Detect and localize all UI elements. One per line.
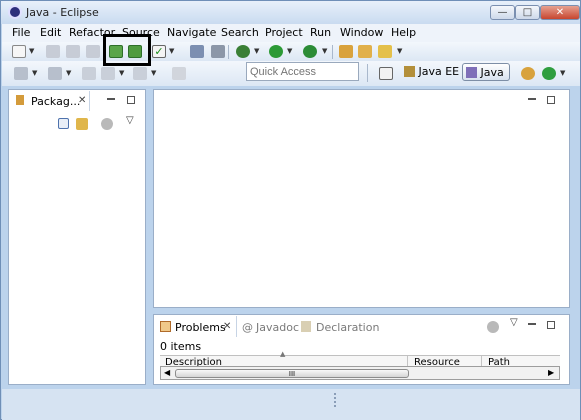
chevron-down-icon[interactable]: ▼ xyxy=(29,47,34,55)
tab-label: Declaration xyxy=(316,321,380,334)
scroll-grip: III xyxy=(288,370,296,378)
pin-editor-icon[interactable] xyxy=(172,67,186,80)
package-explorer-view: Packag... ✕ ▽ xyxy=(8,89,146,385)
save-all-icon[interactable] xyxy=(66,45,80,58)
menu-edit[interactable]: Edit xyxy=(40,26,61,39)
declaration-icon xyxy=(301,321,311,332)
main-toolbar: ▼ ✓ ▼ ▼ ▼ ▼ ▼ xyxy=(2,42,580,61)
sync-icon[interactable] xyxy=(542,67,556,80)
chevron-down-icon[interactable]: ▼ xyxy=(32,69,37,77)
open-type-icon[interactable] xyxy=(339,45,353,58)
problems-icon xyxy=(160,321,171,332)
maximize-editor-icon[interactable] xyxy=(547,96,555,104)
menu-bar: File Edit Refactor Source Navigate Searc… xyxy=(2,24,580,42)
view-menu-chevron-icon[interactable]: ▽ xyxy=(126,115,134,126)
maximize-view-icon[interactable] xyxy=(127,96,135,104)
close-icon[interactable]: ✕ xyxy=(78,95,86,106)
forward-icon[interactable] xyxy=(133,67,147,80)
tab-label: Packag... xyxy=(31,95,81,108)
tab-label: Problems xyxy=(175,321,226,334)
print-icon[interactable] xyxy=(86,45,100,58)
minimize-view-icon[interactable] xyxy=(528,323,536,325)
eclipse-logo-icon xyxy=(8,5,22,19)
back-icon[interactable] xyxy=(101,67,115,80)
selection-highlight xyxy=(103,34,151,66)
eclipse-window: Java - Eclipse — □ ✕ File Edit Refactor … xyxy=(0,0,581,420)
view-menu-chevron-icon[interactable]: ▽ xyxy=(510,317,518,328)
scroll-right-icon[interactable]: ▶ xyxy=(548,368,554,377)
external-tools-icon[interactable] xyxy=(303,45,317,58)
perspective-label: Java EE xyxy=(418,65,460,78)
skip-breakpoints-icon[interactable] xyxy=(211,45,225,58)
status-bar xyxy=(2,389,580,420)
chevron-down-icon[interactable]: ▼ xyxy=(254,47,259,55)
problems-summary: 0 items xyxy=(160,340,202,353)
close-button[interactable]: ✕ xyxy=(540,5,580,20)
previous-annotation-icon[interactable] xyxy=(48,67,62,80)
chevron-down-icon[interactable]: ▼ xyxy=(287,47,292,55)
java-icon xyxy=(466,67,477,78)
search-icon[interactable] xyxy=(378,45,392,58)
java-ee-icon xyxy=(404,66,415,77)
minimize-view-icon[interactable] xyxy=(107,98,115,100)
menu-project[interactable]: Project xyxy=(265,26,303,39)
package-icon xyxy=(16,95,24,105)
quick-access-input[interactable] xyxy=(246,62,359,81)
minimize-button[interactable]: — xyxy=(490,5,515,20)
menu-navigate[interactable]: Navigate xyxy=(167,26,216,39)
refresh-icon[interactable] xyxy=(190,45,204,58)
sort-ascending-icon: ▲ xyxy=(280,350,286,358)
save-icon[interactable] xyxy=(46,45,60,58)
chevron-down-icon[interactable]: ▼ xyxy=(151,69,156,77)
close-icon[interactable]: ✕ xyxy=(223,321,231,332)
perspective-label: Java xyxy=(480,66,504,79)
editor-area xyxy=(153,89,570,308)
perspective-java[interactable]: Java xyxy=(462,63,510,81)
menu-window[interactable]: Window xyxy=(340,26,383,39)
toolbar-separator xyxy=(367,64,368,82)
chevron-down-icon[interactable]: ▼ xyxy=(397,47,402,55)
chevron-down-icon[interactable]: ▼ xyxy=(66,69,71,77)
tab-package-explorer[interactable]: Packag... ✕ xyxy=(10,91,90,111)
open-perspective-icon[interactable] xyxy=(379,67,393,80)
toolbar-separator xyxy=(228,45,229,59)
next-annotation-icon[interactable] xyxy=(14,67,28,80)
chevron-down-icon[interactable]: ▼ xyxy=(322,47,327,55)
javadoc-icon: @ xyxy=(242,321,253,334)
new-icon[interactable] xyxy=(12,45,26,58)
menu-run[interactable]: Run xyxy=(310,26,331,39)
chevron-down-icon[interactable]: ▼ xyxy=(119,69,124,77)
tab-problems[interactable]: Problems ✕ xyxy=(155,316,237,337)
menu-file[interactable]: File xyxy=(12,26,30,39)
link-with-editor-icon[interactable] xyxy=(76,118,88,130)
filter-icon[interactable] xyxy=(487,321,499,333)
window-title: Java - Eclipse xyxy=(26,6,99,19)
toolbar-separator xyxy=(332,45,333,59)
settings-icon[interactable] xyxy=(521,67,535,80)
last-edit-icon[interactable] xyxy=(82,67,96,80)
perspective-java-ee[interactable]: Java EE xyxy=(401,63,462,81)
maximize-button[interactable]: □ xyxy=(515,5,540,20)
run-icon[interactable] xyxy=(269,45,283,58)
debug-icon[interactable] xyxy=(236,45,250,58)
menu-help[interactable]: Help xyxy=(391,26,416,39)
checkbox-icon[interactable]: ✓ xyxy=(152,45,166,58)
chevron-down-icon[interactable]: ▼ xyxy=(560,69,565,77)
secondary-toolbar: ▼ ▼ ▼ ▼ Java EE Java ▼ xyxy=(2,61,580,86)
chevron-down-icon[interactable]: ▼ xyxy=(169,47,174,55)
minimize-editor-icon[interactable] xyxy=(528,98,536,100)
collapse-all-icon[interactable] xyxy=(58,118,69,129)
status-grip xyxy=(334,393,336,407)
scroll-left-icon[interactable]: ◀ xyxy=(164,368,170,377)
horizontal-scrollbar[interactable]: ◀ III ▶ xyxy=(160,366,560,380)
filter-icon[interactable] xyxy=(101,118,113,130)
maximize-view-icon[interactable] xyxy=(547,321,555,329)
open-folder-icon[interactable] xyxy=(358,45,372,58)
menu-search[interactable]: Search xyxy=(221,26,259,39)
scrollbar-thumb[interactable]: III xyxy=(175,369,409,378)
title-bar: Java - Eclipse — □ ✕ xyxy=(1,1,580,24)
tab-label: Javadoc xyxy=(256,321,299,334)
